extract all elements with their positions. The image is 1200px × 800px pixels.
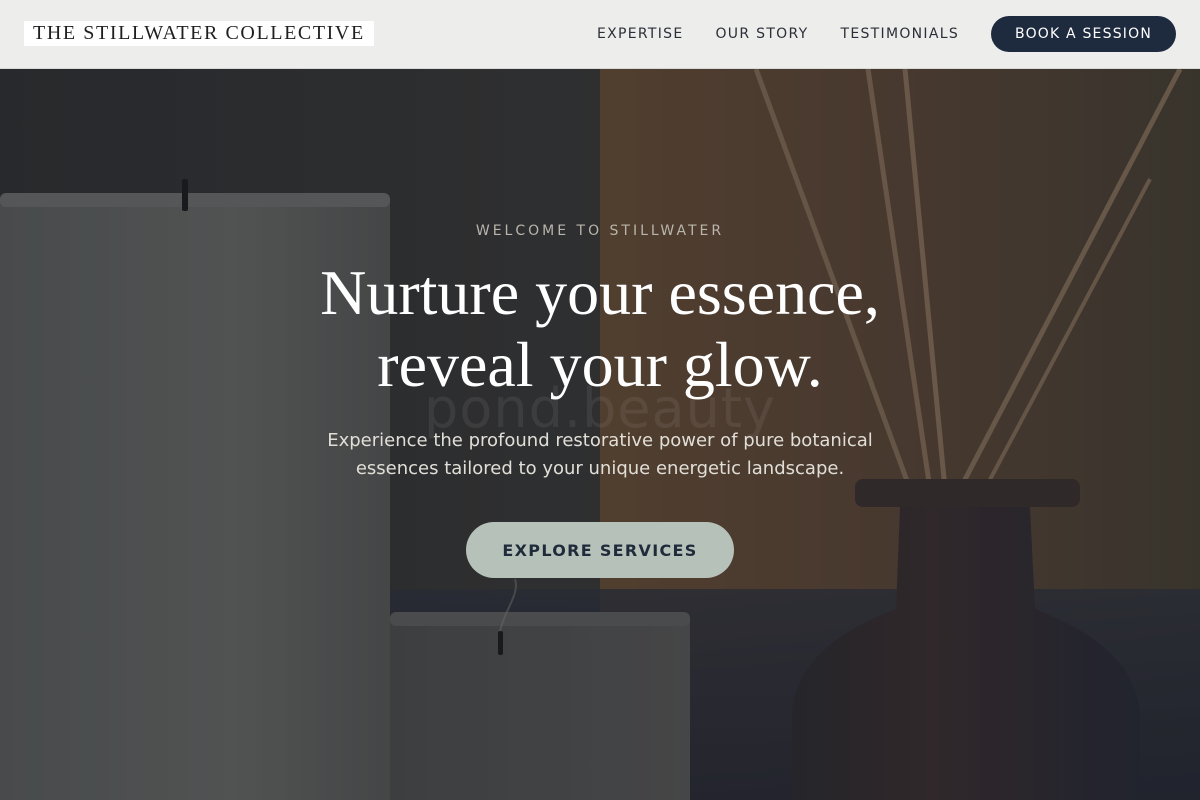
book-session-button[interactable]: BOOK A SESSION [991,16,1176,52]
hero-content: WELCOME TO STILLWATER Nurture your essen… [0,69,1200,800]
hero-subtext-line-2: essences tailored to your unique energet… [355,458,845,479]
hero-eyebrow: WELCOME TO STILLWATER [475,223,725,239]
brand-logo[interactable]: THE STILLWATER COLLECTIVE [24,21,374,46]
nav-link-testimonials[interactable]: TESTIMONIALS [840,26,959,42]
hero-subtext: Experience the profound restorative powe… [280,427,920,483]
explore-services-button[interactable]: EXPLORE SERVICES [466,522,734,578]
main-nav: EXPERTISE OUR STORY TESTIMONIALS BOOK A … [597,0,1176,68]
hero-section: WELCOME TO STILLWATER Nurture your essen… [0,69,1200,800]
nav-link-expertise[interactable]: EXPERTISE [597,26,684,42]
hero-subtext-line-1: Experience the profound restorative powe… [327,430,873,451]
hero-headline-line-1: Nurture your essence, [320,257,880,328]
site-header: THE STILLWATER COLLECTIVE EXPERTISE OUR … [0,0,1200,69]
nav-link-our-story[interactable]: OUR STORY [715,26,808,42]
